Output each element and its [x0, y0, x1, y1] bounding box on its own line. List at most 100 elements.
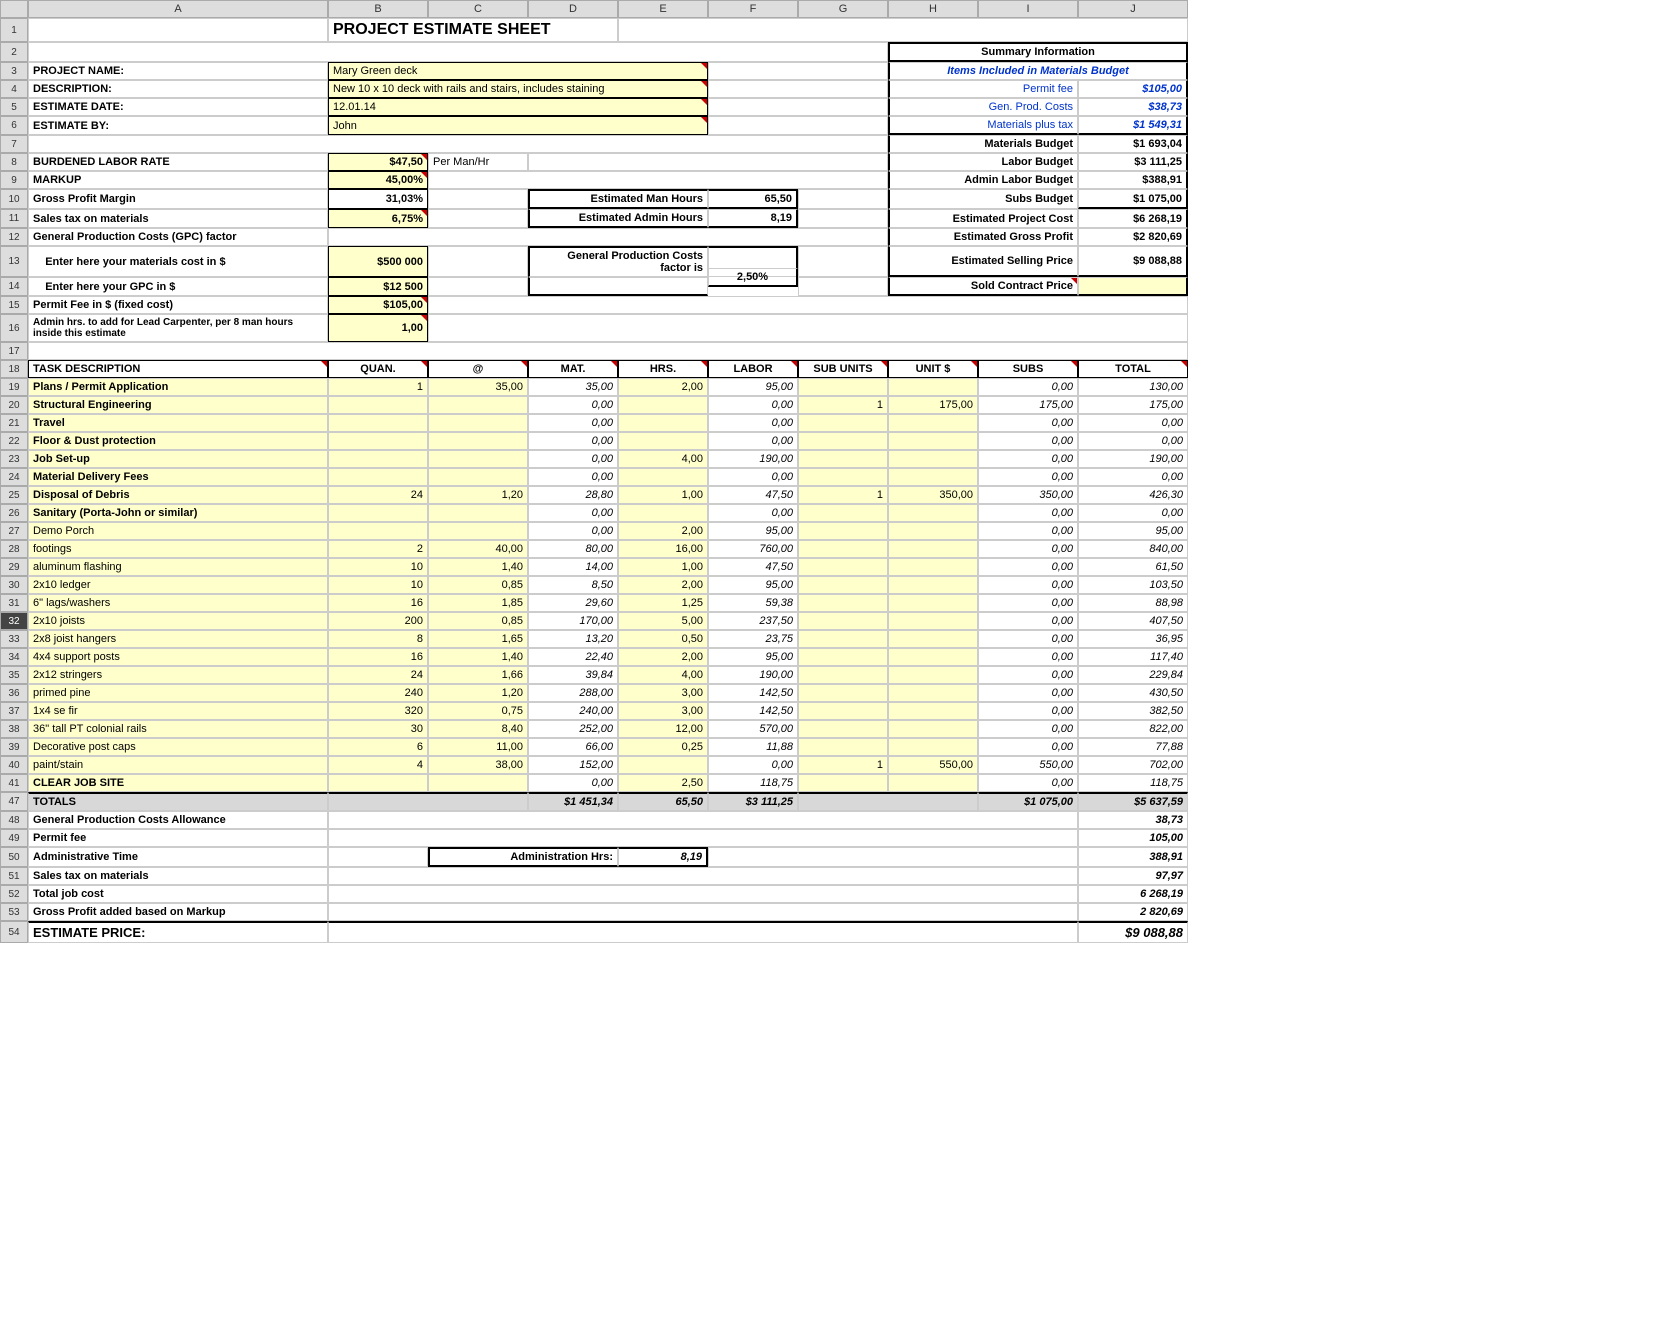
unitcost[interactable] — [888, 720, 978, 738]
row-header[interactable]: 50 — [0, 847, 28, 867]
at[interactable] — [428, 774, 528, 792]
subunits[interactable] — [798, 702, 888, 720]
task-desc[interactable]: paint/stain — [28, 756, 328, 774]
cell[interactable] — [428, 314, 1188, 342]
permit-input[interactable]: $105,00 — [328, 296, 428, 314]
cell[interactable] — [708, 80, 888, 98]
at[interactable]: 0,85 — [428, 612, 528, 630]
sold-price-input[interactable] — [1078, 277, 1188, 296]
hrs[interactable]: 1,00 — [618, 558, 708, 576]
row-header[interactable]: 2 — [0, 42, 28, 62]
row-header[interactable]: 26 — [0, 504, 28, 522]
subunits[interactable] — [798, 468, 888, 486]
quan[interactable]: 1 — [328, 378, 428, 396]
unitcost[interactable] — [888, 558, 978, 576]
row-header[interactable]: 11 — [0, 209, 28, 228]
row-header[interactable]: 47 — [0, 792, 28, 811]
row-header[interactable]: 22 — [0, 432, 28, 450]
row-header[interactable]: 40 — [0, 756, 28, 774]
unitcost[interactable] — [888, 378, 978, 396]
task-desc[interactable]: 1x4 se fir — [28, 702, 328, 720]
hrs[interactable]: 2,00 — [618, 522, 708, 540]
quan[interactable]: 10 — [328, 576, 428, 594]
cell[interactable] — [798, 246, 888, 277]
unitcost[interactable]: 550,00 — [888, 756, 978, 774]
unitcost[interactable] — [888, 432, 978, 450]
cell[interactable] — [328, 867, 1078, 885]
at[interactable]: 0,75 — [428, 702, 528, 720]
row-header[interactable]: 31 — [0, 594, 28, 612]
task-desc[interactable]: 2x8 joist hangers — [28, 630, 328, 648]
cell[interactable] — [708, 62, 888, 80]
cell[interactable] — [428, 277, 528, 296]
cell[interactable] — [428, 171, 888, 189]
row-header[interactable]: 14 — [0, 277, 28, 296]
quan[interactable]: 16 — [328, 648, 428, 666]
cell[interactable] — [798, 209, 888, 228]
subunits[interactable] — [798, 540, 888, 558]
hrs[interactable]: 2,00 — [618, 648, 708, 666]
tax-input[interactable]: 6,75% — [328, 209, 428, 228]
quan[interactable]: 10 — [328, 558, 428, 576]
col-header[interactable]: I — [978, 0, 1078, 18]
unitcost[interactable] — [888, 540, 978, 558]
at[interactable]: 38,00 — [428, 756, 528, 774]
hrs[interactable]: 3,00 — [618, 702, 708, 720]
cell[interactable] — [528, 153, 888, 171]
subunits[interactable] — [798, 558, 888, 576]
row-header[interactable]: 51 — [0, 867, 28, 885]
hrs[interactable]: 2,00 — [618, 378, 708, 396]
row-header[interactable]: 3 — [0, 62, 28, 80]
cell[interactable] — [798, 189, 888, 209]
quan[interactable]: 24 — [328, 486, 428, 504]
subunits[interactable] — [798, 594, 888, 612]
unitcost[interactable]: 350,00 — [888, 486, 978, 504]
row-header[interactable]: 21 — [0, 414, 28, 432]
at[interactable]: 8,40 — [428, 720, 528, 738]
unitcost[interactable] — [888, 576, 978, 594]
quan[interactable]: 200 — [328, 612, 428, 630]
cell[interactable] — [328, 811, 1078, 829]
hrs[interactable]: 4,00 — [618, 666, 708, 684]
hrs[interactable]: 4,00 — [618, 450, 708, 468]
hrs[interactable] — [618, 504, 708, 522]
row-header[interactable]: 23 — [0, 450, 28, 468]
task-desc[interactable]: Plans / Permit Application — [28, 378, 328, 396]
unitcost[interactable] — [888, 774, 978, 792]
subunits[interactable] — [798, 630, 888, 648]
hrs[interactable] — [618, 468, 708, 486]
cell[interactable] — [798, 792, 978, 811]
at[interactable] — [428, 432, 528, 450]
gpc-cost-input[interactable]: $12 500 — [328, 277, 428, 296]
subunits[interactable] — [798, 684, 888, 702]
col-header[interactable]: J — [1078, 0, 1188, 18]
hrs[interactable]: 1,00 — [618, 486, 708, 504]
cell[interactable] — [328, 921, 1078, 943]
cell[interactable] — [428, 189, 528, 209]
unitcost[interactable] — [888, 450, 978, 468]
row-header[interactable]: 49 — [0, 829, 28, 847]
unitcost[interactable]: 175,00 — [888, 396, 978, 414]
row-header[interactable]: 39 — [0, 738, 28, 756]
quan[interactable]: 4 — [328, 756, 428, 774]
cell[interactable] — [708, 98, 888, 116]
hrs[interactable] — [618, 414, 708, 432]
cell[interactable] — [618, 18, 1188, 42]
col-header[interactable]: A — [28, 0, 328, 18]
row-header[interactable]: 48 — [0, 811, 28, 829]
hrs[interactable]: 3,00 — [618, 684, 708, 702]
unitcost[interactable] — [888, 414, 978, 432]
quan[interactable]: 16 — [328, 594, 428, 612]
row-header[interactable]: 53 — [0, 903, 28, 921]
markup-input[interactable]: 45,00% — [328, 171, 428, 189]
gpc-mat-input[interactable]: $500 000 — [328, 246, 428, 277]
quan[interactable]: 30 — [328, 720, 428, 738]
cell[interactable] — [428, 246, 528, 277]
row-header[interactable]: 36 — [0, 684, 28, 702]
row-header[interactable]: 27 — [0, 522, 28, 540]
task-desc[interactable]: 6" lags/washers — [28, 594, 328, 612]
row-header[interactable]: 19 — [0, 378, 28, 396]
subunits[interactable] — [798, 504, 888, 522]
col-header[interactable] — [0, 0, 28, 18]
row-header[interactable]: 17 — [0, 342, 28, 360]
